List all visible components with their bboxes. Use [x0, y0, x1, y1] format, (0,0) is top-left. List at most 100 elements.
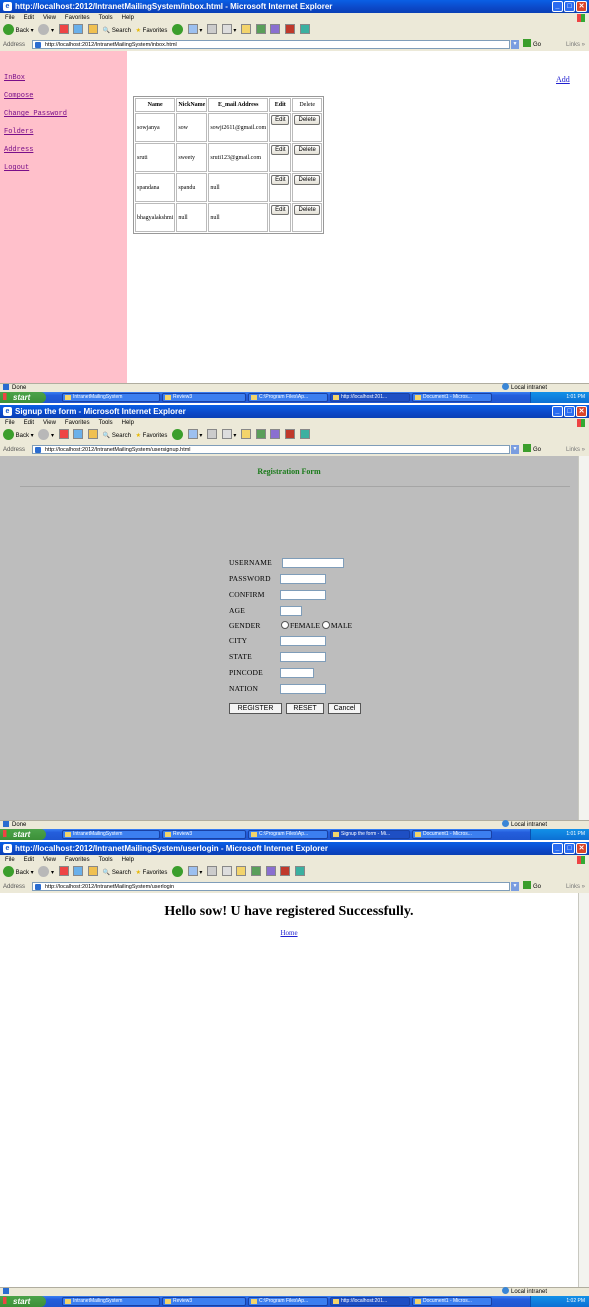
home-button[interactable]: [88, 428, 99, 444]
taskbar-item[interactable]: C:\Program Files\Ap...: [248, 393, 328, 402]
menu-edit[interactable]: Edit: [24, 15, 34, 21]
folder-button[interactable]: [241, 23, 252, 39]
forward-button[interactable]: ▾: [38, 23, 54, 39]
delete-button[interactable]: Delete: [294, 115, 320, 125]
users-button[interactable]: [299, 23, 310, 39]
close-icon[interactable]: ✕: [576, 406, 587, 417]
edit-page-button[interactable]: ▾: [221, 23, 236, 39]
taskbar-item[interactable]: Document1 - Micros...: [412, 393, 492, 402]
forward-button[interactable]: ▾: [38, 865, 54, 881]
go-button[interactable]: Go: [523, 39, 541, 51]
taskbar-item[interactable]: Review3: [162, 830, 246, 839]
maximize-icon[interactable]: □: [564, 406, 575, 417]
forward-button[interactable]: ▾: [38, 428, 54, 444]
menu-help[interactable]: Help: [122, 857, 134, 863]
users-button[interactable]: [299, 428, 310, 444]
mail-button[interactable]: ▾: [187, 428, 202, 444]
folder-button[interactable]: [236, 865, 247, 881]
taskbar-item[interactable]: http://localhost:201...: [330, 393, 410, 402]
close-icon[interactable]: ✕: [576, 1, 587, 12]
taskbar-item[interactable]: Document1 - Micros...: [412, 1297, 492, 1306]
links-button[interactable]: Links »: [566, 444, 585, 456]
favorites-button[interactable]: ★ Favorites: [136, 428, 168, 444]
menu-view[interactable]: View: [43, 420, 56, 426]
close-icon[interactable]: ✕: [576, 843, 587, 854]
mail-button[interactable]: ▾: [187, 23, 202, 39]
url-dropdown-icon[interactable]: ▼: [511, 445, 519, 454]
edit-button[interactable]: Edit: [271, 115, 290, 125]
menu-view[interactable]: View: [43, 857, 56, 863]
home-link[interactable]: Home: [0, 929, 578, 937]
confirm-password-field[interactable]: [280, 590, 326, 600]
menu-file[interactable]: File: [5, 420, 15, 426]
cancel-button[interactable]: Cancel: [328, 703, 361, 714]
research-button[interactable]: [270, 428, 281, 444]
radio-female[interactable]: [281, 621, 289, 630]
messenger-button[interactable]: [255, 23, 266, 39]
taskbar-item[interactable]: C:\Program Files\Ap...: [248, 830, 328, 839]
sidebar-item-compose[interactable]: Compose: [4, 92, 33, 100]
taskbar-item[interactable]: Document1 - Micros...: [412, 830, 492, 839]
tools-button[interactable]: [280, 865, 291, 881]
edit-button[interactable]: Edit: [271, 175, 290, 185]
edit-button[interactable]: Edit: [271, 145, 290, 155]
age-field[interactable]: [280, 606, 302, 616]
menu-favorites[interactable]: Favorites: [65, 15, 90, 21]
go-button[interactable]: Go: [523, 444, 541, 456]
favorites-button[interactable]: ★ Favorites: [136, 23, 168, 39]
sidebar-item-folders[interactable]: Folders: [4, 128, 33, 136]
minimize-icon[interactable]: _: [552, 406, 563, 417]
history-button[interactable]: [172, 865, 184, 881]
edit-page-button[interactable]: ▾: [221, 428, 236, 444]
taskbar-item[interactable]: IntranetMailingSystem: [62, 830, 160, 839]
edit-page-button[interactable]: [221, 865, 232, 881]
url-dropdown-icon[interactable]: ▼: [511, 40, 519, 49]
taskbar-item[interactable]: C:\Program Files\Ap...: [248, 1297, 328, 1306]
taskbar-item[interactable]: http://localhost:201...: [330, 1297, 410, 1306]
home-button[interactable]: [88, 865, 99, 881]
back-button[interactable]: Back ▾: [3, 23, 34, 39]
state-field[interactable]: [280, 652, 326, 662]
stop-button[interactable]: [58, 428, 69, 444]
refresh-button[interactable]: [73, 23, 84, 39]
search-button[interactable]: 🔍 Search: [103, 865, 131, 881]
research-button[interactable]: [270, 23, 281, 39]
home-button[interactable]: [88, 23, 99, 39]
menu-file[interactable]: File: [5, 15, 15, 21]
messenger-button[interactable]: [255, 428, 266, 444]
username-field[interactable]: [282, 558, 344, 568]
search-button[interactable]: 🔍 Search: [103, 23, 131, 39]
print-button[interactable]: [207, 865, 218, 881]
go-button[interactable]: Go: [523, 881, 541, 893]
back-button[interactable]: Back ▾: [3, 428, 34, 444]
menu-help[interactable]: Help: [122, 420, 134, 426]
menu-favorites[interactable]: Favorites: [65, 420, 90, 426]
add-link[interactable]: Add: [556, 75, 570, 84]
pincode-field[interactable]: [280, 668, 314, 678]
sidebar-item-change-password[interactable]: Change Password: [4, 110, 67, 118]
sidebar-item-address[interactable]: Address: [4, 146, 33, 154]
stop-button[interactable]: [58, 865, 69, 881]
tools-button[interactable]: [285, 428, 296, 444]
menu-tools[interactable]: Tools: [99, 15, 113, 21]
url-field[interactable]: http://localhost:2012/IntranetMailingSys…: [32, 882, 510, 891]
taskbar-item[interactable]: Review3: [162, 393, 246, 402]
url-field[interactable]: http://localhost:2012/IntranetMailingSys…: [32, 445, 510, 454]
minimize-icon[interactable]: _: [552, 1, 563, 12]
sidebar-item-inbox[interactable]: InBox: [4, 74, 25, 82]
print-button[interactable]: [207, 23, 218, 39]
maximize-icon[interactable]: □: [564, 1, 575, 12]
tools-button[interactable]: [285, 23, 296, 39]
favorites-button[interactable]: ★ Favorites: [136, 865, 168, 881]
radio-male[interactable]: [321, 621, 330, 630]
search-button[interactable]: 🔍 Search: [103, 428, 131, 444]
mail-button[interactable]: ▾: [187, 865, 202, 881]
print-button[interactable]: [207, 428, 218, 444]
menu-tools[interactable]: Tools: [99, 857, 113, 863]
start-button[interactable]: start: [0, 1296, 46, 1307]
folder-button[interactable]: [241, 428, 252, 444]
url-field[interactable]: http://localhost:2012/IntranetMailingSys…: [32, 40, 510, 49]
nation-field[interactable]: [280, 684, 326, 694]
messenger-button[interactable]: [251, 865, 262, 881]
register-button[interactable]: REGISTER: [229, 703, 282, 714]
